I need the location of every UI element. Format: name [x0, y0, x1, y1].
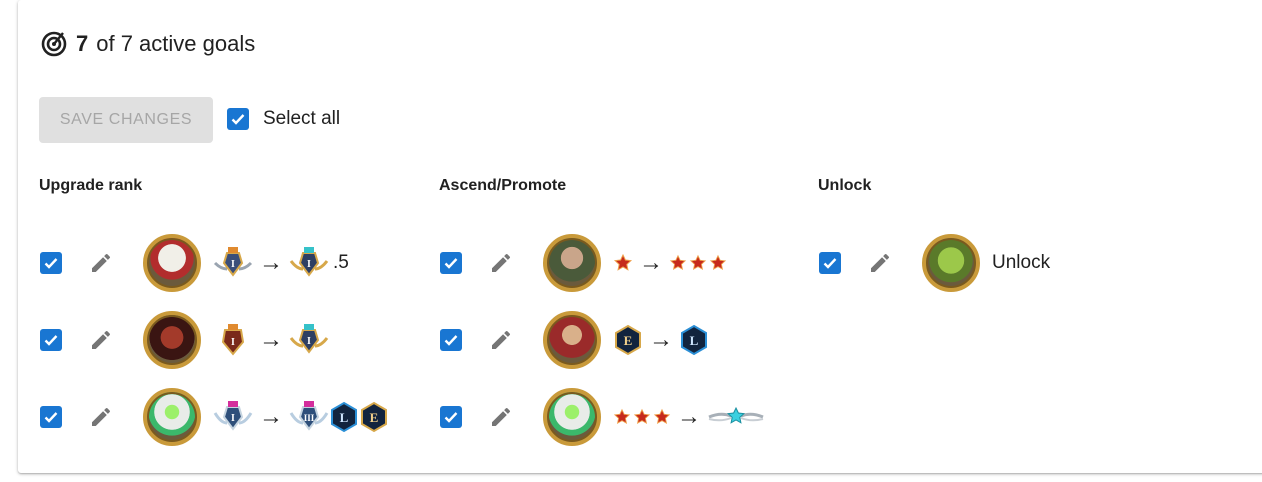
select-all-label: Select all [263, 108, 341, 129]
rank-badge-icon: I [289, 247, 329, 277]
svg-text:I: I [307, 336, 311, 347]
check-icon [44, 412, 58, 423]
character-avatar [543, 234, 601, 292]
active-goals-summary: of 7 active goals [96, 31, 256, 56]
arrow-right-icon: → [649, 326, 673, 353]
svg-text:L: L [690, 333, 699, 348]
edit-pencil-icon[interactable] [868, 251, 892, 275]
edit-pencil-icon[interactable] [89, 328, 113, 352]
check-icon [444, 258, 458, 269]
goal-checkbox[interactable] [440, 252, 462, 274]
goal-row-unlock-1: Unlock [819, 234, 1050, 292]
column-title-unlock: Unlock [818, 177, 872, 194]
edit-pencil-icon[interactable] [489, 251, 513, 275]
arrow-right-icon: → [639, 249, 663, 276]
rank-badge-icon: I [213, 247, 253, 277]
svg-text:I: I [231, 259, 235, 270]
red-star-icon [613, 253, 633, 271]
check-icon [823, 258, 837, 269]
goal-checkbox[interactable] [819, 252, 841, 274]
svg-text:E: E [370, 410, 379, 425]
goal-checkbox[interactable] [40, 252, 62, 274]
svg-text:L: L [340, 410, 349, 425]
edit-pencil-icon[interactable] [89, 405, 113, 429]
select-all-control[interactable]: Select all [227, 108, 340, 130]
target-icon [41, 31, 67, 57]
check-icon [444, 335, 458, 346]
unlock-label: Unlock [992, 252, 1051, 273]
arrow-right-icon: → [259, 403, 283, 430]
red-star-icon [633, 408, 651, 425]
arrow-right-icon: → [677, 403, 701, 430]
svg-text:I: I [231, 413, 235, 424]
rank-badge-icon: I [213, 401, 253, 431]
legendary-rarity-icon: L [331, 401, 357, 433]
edit-pencil-icon[interactable] [489, 328, 513, 352]
arrow-right-icon: → [259, 326, 283, 353]
edit-pencil-icon[interactable] [489, 405, 513, 429]
save-changes-button[interactable]: SAVE CHANGES [39, 97, 213, 143]
svg-text:E: E [624, 333, 633, 348]
column-title-ascend-promote: Ascend/Promote [439, 177, 567, 194]
column-title-upgrade-rank: Upgrade rank [39, 177, 143, 194]
goal-row-ascend-2: E → L [440, 311, 709, 369]
goal-checkbox[interactable] [40, 329, 62, 351]
svg-text:III: III [304, 413, 315, 423]
goal-row-upgrade-3: I → III L E [40, 388, 389, 446]
winged-blue-star-icon [708, 406, 764, 424]
red-star-icon [669, 254, 687, 271]
check-icon [231, 114, 245, 125]
goal-row-upgrade-1: I → I .5 [40, 234, 349, 292]
goals-card: 7 of 7 active goals SAVE CHANGES Select … [18, 0, 1262, 473]
red-star-icon [653, 408, 671, 425]
red-star-icon [709, 254, 727, 271]
goal-row-upgrade-2: I → I [40, 311, 329, 369]
edit-pencil-icon[interactable] [89, 251, 113, 275]
check-icon [44, 258, 58, 269]
three-red-stars [613, 408, 671, 426]
epic-rarity-icon: E [361, 401, 387, 433]
character-avatar [143, 234, 201, 292]
goal-row-ascend-1: → [440, 234, 727, 292]
svg-text:I: I [307, 259, 311, 270]
character-avatar [922, 234, 980, 292]
rank-suffix: .5 [333, 252, 349, 273]
rank-badge-icon: III [289, 401, 329, 431]
red-star-icon [613, 408, 631, 425]
legendary-rarity-icon: L [681, 324, 707, 356]
active-goals-count: 7 [76, 31, 89, 56]
epic-rarity-icon: E [615, 324, 641, 356]
goal-checkbox[interactable] [440, 329, 462, 351]
character-avatar [143, 311, 201, 369]
red-star-icon [689, 254, 707, 271]
arrow-right-icon: → [259, 249, 283, 276]
check-icon [444, 412, 458, 423]
svg-text:I: I [231, 337, 235, 348]
character-avatar [143, 388, 201, 446]
rank-badge-icon: I [221, 324, 245, 356]
character-avatar [543, 311, 601, 369]
select-all-checkbox[interactable] [227, 108, 249, 130]
check-icon [44, 335, 58, 346]
goal-checkbox[interactable] [440, 406, 462, 428]
three-red-stars [669, 254, 727, 272]
goal-checkbox[interactable] [40, 406, 62, 428]
rank-badge-icon: I [289, 324, 329, 354]
character-avatar [543, 388, 601, 446]
goals-header: 7 of 7 active goals [40, 30, 255, 58]
goal-row-ascend-3: → [440, 388, 765, 446]
